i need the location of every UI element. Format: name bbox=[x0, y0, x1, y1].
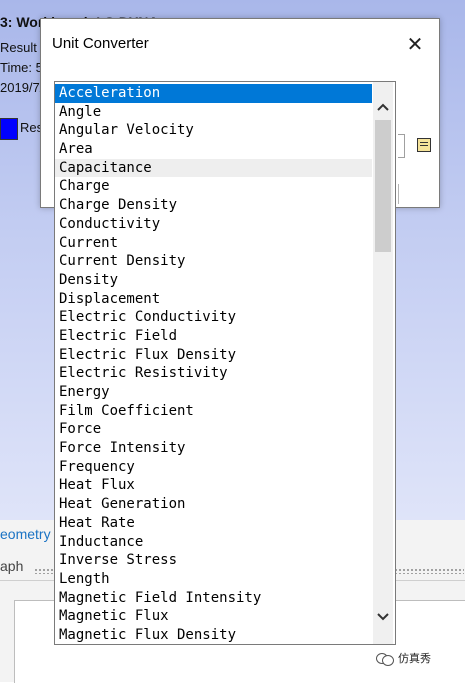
list-item[interactable]: Magnetic Flux bbox=[55, 607, 372, 626]
list-item[interactable]: Length bbox=[55, 570, 372, 589]
list-item[interactable]: Angle bbox=[55, 103, 372, 122]
list-item[interactable]: Frequency bbox=[55, 458, 372, 477]
tab-graph[interactable]: aph bbox=[0, 558, 23, 574]
scrollbar[interactable] bbox=[373, 82, 393, 644]
list-item[interactable]: Electric Resistivity bbox=[55, 364, 372, 383]
list-item[interactable]: Magnetic Flux Density bbox=[55, 626, 372, 644]
list-item[interactable]: Film Coefficient bbox=[55, 402, 372, 421]
list-item[interactable]: Angular Velocity bbox=[55, 121, 372, 140]
list-item[interactable]: Energy bbox=[55, 383, 372, 402]
list-item[interactable]: Acceleration bbox=[55, 84, 372, 103]
scroll-down-button[interactable] bbox=[373, 606, 393, 628]
background-date-label: 2019/7/ bbox=[0, 80, 44, 95]
list-item[interactable]: Heat Rate bbox=[55, 514, 372, 533]
list-item[interactable]: Electric Conductivity bbox=[55, 308, 372, 327]
dialog-separator bbox=[398, 184, 399, 204]
list-item[interactable]: Electric Field bbox=[55, 327, 372, 346]
list-item[interactable]: Displacement bbox=[55, 290, 372, 309]
value-field-edge[interactable] bbox=[398, 134, 405, 158]
list-item[interactable]: Current Density bbox=[55, 252, 372, 271]
list-item[interactable]: Charge Density bbox=[55, 196, 372, 215]
list-item[interactable]: Inductance bbox=[55, 533, 372, 552]
watermark-text: 仿真秀 bbox=[398, 653, 431, 665]
list-item[interactable]: Charge bbox=[55, 177, 372, 196]
list-item[interactable]: Heat Generation bbox=[55, 495, 372, 514]
list-item[interactable]: Electric Flux Density bbox=[55, 346, 372, 365]
close-button[interactable]: ✕ bbox=[403, 33, 427, 57]
dialog-title: Unit Converter bbox=[52, 35, 149, 52]
close-icon: ✕ bbox=[406, 34, 424, 56]
wechat-icon bbox=[376, 651, 394, 666]
chevron-down-icon bbox=[377, 613, 389, 621]
list-item[interactable]: Force bbox=[55, 420, 372, 439]
unit-type-list: Acceleration Angle Angular Velocity Area Cap… bbox=[55, 84, 372, 644]
list-item[interactable]: Density bbox=[55, 271, 372, 290]
list-item[interactable]: Force Intensity bbox=[55, 439, 372, 458]
list-item[interactable]: Inverse Stress bbox=[55, 551, 372, 570]
unit-list-button[interactable] bbox=[413, 134, 435, 156]
unit-type-dropdown-list[interactable]: Acceleration Angle Angular Velocity Area Cap… bbox=[54, 81, 396, 645]
legend-color-swatch bbox=[0, 118, 18, 140]
tab-geometry[interactable]: eometry bbox=[0, 526, 51, 542]
scroll-thumb[interactable] bbox=[375, 120, 391, 252]
list-item[interactable]: Current bbox=[55, 234, 372, 253]
list-item[interactable]: Conductivity bbox=[55, 215, 372, 234]
list-item[interactable]: Capacitance bbox=[55, 158, 372, 178]
watermark: 仿真秀 bbox=[376, 650, 431, 666]
list-item[interactable]: Heat Flux bbox=[55, 476, 372, 495]
chevron-up-icon bbox=[377, 103, 389, 111]
scroll-up-button[interactable] bbox=[373, 96, 393, 118]
list-icon bbox=[417, 138, 431, 152]
list-item[interactable]: Area bbox=[55, 140, 372, 159]
list-item[interactable]: Magnetic Field Intensity bbox=[55, 589, 372, 608]
